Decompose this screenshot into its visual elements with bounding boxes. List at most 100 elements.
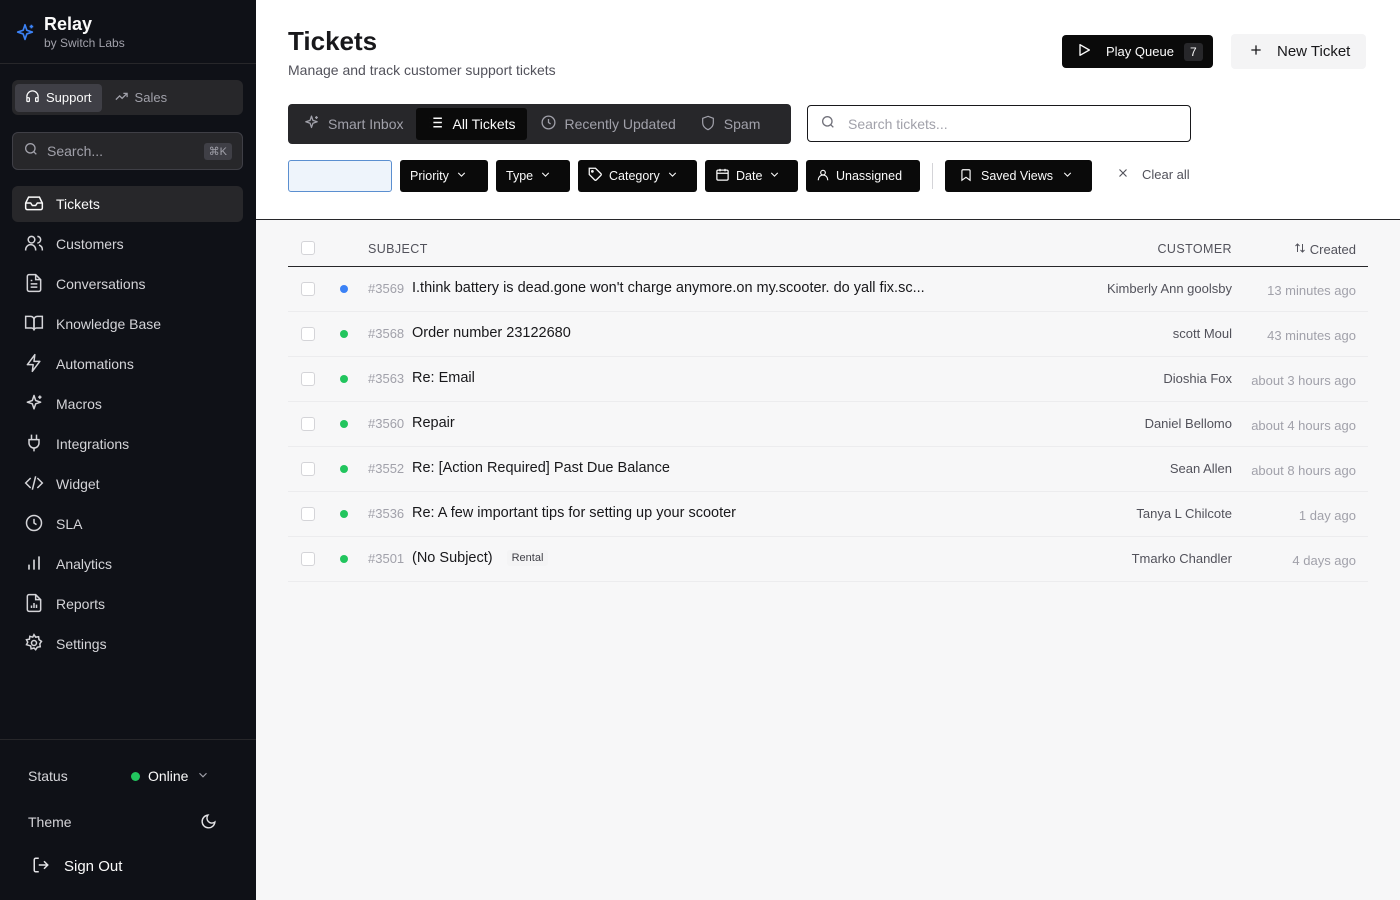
table-body: #3569 I.think battery is dead.gone won't …	[288, 267, 1368, 582]
page-title: Tickets	[288, 26, 378, 56]
table-row[interactable]: #3568 Order number 23122680 scott Moul 43 m…	[288, 312, 1368, 357]
filter-status[interactable]: Status (1)	[288, 160, 392, 192]
ticket-customer: Daniel Bellomo	[1144, 416, 1232, 431]
filter-label: Priority	[410, 169, 449, 183]
sparkles-icon	[303, 114, 320, 134]
clock-icon	[24, 513, 44, 536]
sidebar-item-sla[interactable]: SLA	[12, 506, 243, 542]
table-row[interactable]: #3501 (No Subject) Rental Tmarko Chandler 4 …	[288, 537, 1368, 582]
status-row: Status Online	[28, 764, 228, 788]
filter-unassigned[interactable]: Unassigned	[806, 160, 920, 192]
tab-recently-updated[interactable]: Recently Updated	[529, 108, 687, 140]
sign-out-button[interactable]: Sign Out	[32, 854, 232, 878]
status-dropdown[interactable]: Online	[131, 768, 210, 785]
column-customer[interactable]: CUSTOMER	[1157, 242, 1232, 256]
tag-icon	[588, 167, 603, 185]
select-all-checkbox[interactable]	[301, 241, 315, 255]
ticket-created: 1 day ago	[1298, 508, 1356, 523]
report-icon	[24, 593, 44, 616]
tickets-table: SUBJECT CUSTOMER Created #3569 I.think ba…	[288, 232, 1368, 582]
tab-label: Smart Inbox	[328, 116, 404, 132]
headset-icon	[25, 89, 40, 107]
table-row[interactable]: #3536 Re: A few important tips for settin…	[288, 492, 1368, 537]
ticket-subject-text: Re: A few important tips for setting up …	[412, 505, 736, 521]
table-row[interactable]: #3552 Re: [Action Required] Past Due Bala…	[288, 447, 1368, 492]
workspace-sales[interactable]: Sales	[104, 84, 178, 112]
saved-views-dropdown[interactable]: Saved Views	[945, 160, 1092, 192]
inbox-icon	[24, 193, 44, 216]
tab-all-tickets[interactable]: All Tickets	[416, 108, 527, 140]
ticket-subject-text: Re: [Action Required] Past Due Balance	[412, 460, 670, 476]
theme-label: Theme	[28, 814, 72, 830]
chevron-down-icon	[1061, 168, 1074, 184]
tab-smart-inbox[interactable]: Smart Inbox	[292, 108, 414, 140]
ticket-created: 13 minutes ago	[1267, 283, 1356, 298]
sidebar-item-knowledge-base[interactable]: Knowledge Base	[12, 306, 243, 342]
clear-all-button[interactable]: Clear all	[1116, 166, 1190, 183]
row-checkbox[interactable]	[301, 372, 315, 386]
ticket-subject: Re: [Action Required] Past Due Balance	[412, 460, 670, 476]
log-out-icon	[32, 856, 50, 877]
play-queue-button[interactable]: Play Queue 7	[1062, 35, 1213, 68]
chevron-down-icon	[539, 168, 552, 184]
filter-label: Unassigned	[836, 169, 903, 183]
row-checkbox[interactable]	[301, 462, 315, 476]
row-checkbox[interactable]	[301, 417, 315, 431]
filter-priority[interactable]: Priority	[400, 160, 488, 192]
filter-type[interactable]: Type	[496, 160, 570, 192]
chevron-down-icon	[196, 768, 210, 785]
ticket-id: #3501	[368, 551, 405, 566]
sidebar-item-reports[interactable]: Reports	[12, 586, 243, 622]
sidebar-item-label: Automations	[56, 356, 134, 372]
column-subject[interactable]: SUBJECT	[368, 242, 428, 256]
sidebar-item-tickets[interactable]: Tickets	[12, 186, 243, 222]
plug-icon	[24, 433, 44, 456]
tab-label: All Tickets	[452, 116, 516, 132]
filter-date[interactable]: Date	[705, 160, 798, 192]
ticket-subject: Order number 23122680	[412, 325, 571, 341]
sort-icon	[1294, 242, 1306, 257]
tab-spam[interactable]: Spam	[689, 108, 772, 140]
column-created-sort[interactable]: Created	[1294, 242, 1356, 257]
shortcut-hint: ⌘K	[203, 142, 232, 160]
row-checkbox[interactable]	[301, 327, 315, 341]
new-ticket-label: New Ticket	[1277, 43, 1351, 60]
workspace-support[interactable]: Support	[15, 83, 102, 112]
ticket-subject: Re: Email	[412, 370, 475, 386]
list-icon	[427, 114, 444, 134]
sidebar-item-automations[interactable]: Automations	[12, 346, 243, 382]
ticket-search-input[interactable]: Search tickets...	[807, 105, 1191, 142]
gear-icon	[24, 632, 44, 656]
moon-icon[interactable]	[200, 813, 217, 833]
status-dot	[340, 555, 348, 563]
new-ticket-button[interactable]: New Ticket	[1231, 34, 1367, 69]
sidebar-search-input[interactable]: Search... ⌘K	[12, 132, 243, 170]
brand[interactable]: Relay by Switch Labs	[14, 14, 125, 50]
sidebar-item-label: Knowledge Base	[56, 316, 162, 332]
sidebar-item-widget[interactable]: Widget	[12, 466, 243, 502]
ticket-customer: Sean Allen	[1169, 461, 1232, 476]
row-checkbox[interactable]	[301, 507, 315, 521]
sidebar-item-analytics[interactable]: Analytics	[12, 546, 243, 582]
sidebar-item-customers[interactable]: Customers	[12, 226, 243, 262]
row-checkbox[interactable]	[301, 282, 315, 296]
sidebar-nav: Tickets Customers Conversations Knowledg…	[12, 186, 243, 666]
table-row[interactable]: #3569 I.think battery is dead.gone won't …	[288, 267, 1368, 312]
ticket-customer: scott Moul	[1172, 326, 1232, 341]
sidebar-item-integrations[interactable]: Integrations	[12, 426, 243, 462]
ticket-subject: Re: A few important tips for setting up …	[412, 505, 736, 521]
play-icon	[1076, 42, 1092, 61]
sidebar-item-label: SLA	[56, 516, 83, 532]
sidebar-item-settings[interactable]: Settings	[12, 626, 243, 662]
sidebar-item-conversations[interactable]: Conversations	[12, 266, 243, 302]
ticket-id: #3568	[368, 326, 405, 341]
filter-category[interactable]: Category	[578, 160, 697, 192]
row-checkbox[interactable]	[301, 552, 315, 566]
ticket-created: 43 minutes ago	[1267, 328, 1356, 343]
ticket-created: about 3 hours ago	[1251, 373, 1356, 388]
table-row[interactable]: #3563 Re: Email Dioshia Fox about 3 hours a…	[288, 357, 1368, 402]
table-row[interactable]: #3560 Repair Daniel Bellomo about 4 hours a…	[288, 402, 1368, 447]
sign-out-label: Sign Out	[64, 857, 123, 875]
sidebar-item-macros[interactable]: Macros	[12, 386, 243, 422]
search-placeholder: Search tickets...	[848, 115, 948, 132]
